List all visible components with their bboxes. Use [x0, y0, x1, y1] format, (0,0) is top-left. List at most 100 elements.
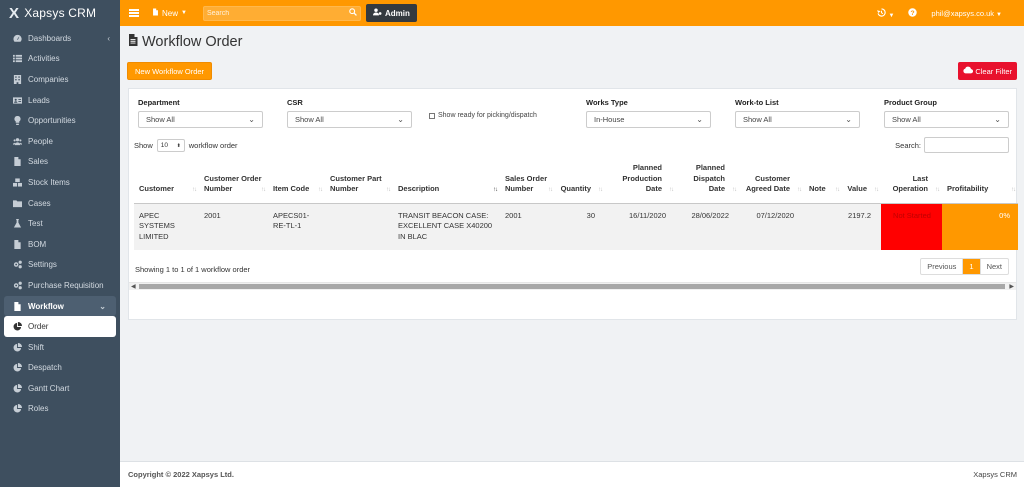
table-row[interactable]: APEC SYSTEMS LIMITED 2001 APECS01-RE-TL-… [134, 203, 1018, 251]
sort-icon: ↑↓ [192, 187, 197, 194]
cell-customer-agreed-date: 07/12/2020 [739, 203, 804, 251]
column-header[interactable]: Customer Part Number ↑↓ [325, 159, 393, 204]
previous-page-button[interactable]: Previous [921, 259, 962, 274]
sidebar-item-order[interactable]: Order [4, 316, 116, 337]
column-header[interactable]: Note ↑↓ [804, 159, 842, 204]
column-header[interactable]: Last Operation ↑↓ [881, 159, 942, 204]
sort-icon: ↑↓ [669, 187, 674, 194]
table-search-input[interactable] [924, 137, 1009, 153]
work-to-list-select[interactable]: Show All ⌄ [735, 111, 860, 128]
column-header[interactable]: Quantity ↑↓ [555, 159, 605, 204]
sidebar-item-label: Roles [28, 404, 49, 414]
show-label: Show [134, 141, 153, 150]
clear-filter-button[interactable]: Clear Filter [958, 62, 1017, 80]
dashboard-icon [12, 33, 22, 43]
column-header[interactable]: Planned Production Date ↑↓ [605, 159, 676, 204]
header-label: Customer Agreed Date [745, 173, 790, 194]
sidebar-item-stock-items[interactable]: Stock Items [0, 172, 120, 193]
sidebar-item-label: Activities [28, 54, 60, 64]
file-icon [12, 301, 22, 311]
header-label: Quantity [560, 184, 591, 193]
sidebar-item-sales[interactable]: Sales [0, 152, 120, 173]
sidebar-item-dashboards[interactable]: Dashboards ‹ [0, 28, 120, 49]
sidebar-item-gantt-chart[interactable]: Gantt Chart [0, 378, 120, 399]
scroll-right-icon[interactable]: ▶ [1009, 283, 1014, 290]
sort-arrows-icon: ⬍ [176, 142, 181, 149]
new-workflow-order-button[interactable]: New Workflow Order [127, 62, 213, 80]
global-search-input[interactable] [206, 9, 349, 17]
cell-last-operation-status: Not Started [881, 203, 942, 251]
column-header[interactable]: Value ↑↓ [842, 159, 881, 204]
csr-select[interactable]: Show All ⌄ [287, 111, 412, 128]
cell-value: 2197.2 [842, 203, 881, 251]
next-page-button[interactable]: Next [981, 259, 1008, 274]
workflow-order-table: Customer ↑↓ Customer Order Number ↑↓ Item … [134, 159, 1018, 251]
column-header[interactable]: Customer Agreed Date ↑↓ [739, 159, 804, 204]
column-header[interactable]: Customer Order Number ↑↓ [199, 159, 268, 204]
product-group-select[interactable]: Show All ⌄ [884, 111, 1009, 128]
sidebar-item-workflow[interactable]: Workflow ⌄ [4, 295, 116, 317]
header-label: Planned Production Date [622, 163, 662, 193]
chevron-down-icon: ⌄ [397, 115, 404, 124]
product-group-label: Product Group [884, 98, 937, 107]
sidebar-item-despatch[interactable]: Despatch [0, 358, 120, 379]
sidebar-item-label: Order [28, 322, 49, 332]
sidebar-item-shift[interactable]: Shift [0, 337, 120, 358]
footer-copyright: Copyright © 2022 Xapsys Ltd. [128, 470, 234, 479]
chevron-down-icon: ⌄ [696, 115, 703, 124]
global-search [202, 5, 361, 21]
sidebar-item-activities[interactable]: Activities [0, 49, 120, 70]
caret-down-icon: ▼ [996, 11, 1002, 18]
column-header[interactable]: Sales Order Number ↑↓ [500, 159, 555, 204]
sidebar-item-opportunities[interactable]: Opportunities [0, 110, 120, 131]
gears-icon [12, 280, 22, 290]
sort-icon: ↑↓ [548, 187, 553, 194]
admin-button[interactable]: Admin [365, 4, 417, 22]
brand-logo-icon: X [9, 4, 20, 22]
sidebar-item-settings[interactable]: Settings [0, 255, 120, 276]
cell-planned-dispatch-date: 28/06/2022 [676, 203, 739, 251]
sidebar-nav: Dashboards ‹ Activities Companies Leads O… [0, 28, 120, 419]
scroll-left-icon[interactable]: ◀ [131, 283, 136, 290]
pie-chart-icon [12, 363, 22, 373]
sidebar-item-cases[interactable]: Cases [0, 193, 120, 214]
svg-text:?: ? [911, 10, 915, 17]
sidebar: X Xapsys CRM Dashboards ‹ Activities Comp… [0, 0, 120, 487]
file-icon [152, 8, 159, 18]
brand[interactable]: X Xapsys CRM [0, 0, 120, 26]
table-search-label: Search: [895, 141, 921, 150]
sidebar-item-label: BOM [28, 239, 47, 249]
search-icon[interactable] [349, 8, 357, 18]
sidebar-item-leads[interactable]: Leads [0, 90, 120, 111]
page-1-button[interactable]: 1 [962, 259, 981, 274]
history-dropdown[interactable]: ▼ [877, 7, 894, 19]
sidebar-item-bom[interactable]: BOM [0, 234, 120, 255]
page-length-control: Show 10 ⬍ workflow order [134, 139, 238, 152]
column-header[interactable]: Profitability ↑↓ [942, 159, 1018, 204]
horizontal-scrollbar[interactable]: ◀ ▶ [129, 282, 1016, 290]
column-header[interactable]: Item Code ↑↓ [268, 159, 325, 204]
column-header[interactable]: Planned Dispatch Date ↑↓ [676, 159, 739, 204]
works-type-select[interactable]: In-House ⌄ [586, 111, 711, 128]
sidebar-item-companies[interactable]: Companies [0, 69, 120, 90]
cell-sales-order-number: 2001 [500, 203, 555, 251]
cell-description: TRANSIT BEACON CASE: EXCELLENT CASE X402… [393, 203, 500, 251]
column-header[interactable]: Description ↑↓ [393, 159, 500, 204]
column-header[interactable]: Customer ↑↓ [134, 159, 199, 204]
sidebar-item-roles[interactable]: Roles [0, 399, 120, 420]
page-length-select[interactable]: 10 ⬍ [156, 139, 185, 152]
sidebar-item-label: Gantt Chart [28, 383, 70, 393]
hamburger-menu-icon[interactable] [129, 9, 139, 17]
sidebar-item-people[interactable]: People [0, 131, 120, 152]
file-icon [12, 239, 22, 249]
ready-for-picking-checkbox[interactable]: Show ready for picking/dispatch [429, 112, 537, 119]
sidebar-item-test[interactable]: Test [0, 213, 120, 234]
sidebar-item-purchase-requisition[interactable]: Purchase Requisition [0, 275, 120, 296]
new-dropdown[interactable]: New ▼ [152, 8, 187, 18]
user-menu[interactable]: phil@xapsys.co.uk ▼ [931, 9, 1002, 18]
department-select[interactable]: Show All ⌄ [138, 111, 263, 128]
help-icon[interactable]: ? [908, 7, 918, 19]
ready-for-picking-label: Show ready for picking/dispatch [438, 112, 537, 119]
scrollbar-thumb[interactable] [139, 284, 1005, 289]
checkbox-box[interactable] [429, 112, 435, 119]
